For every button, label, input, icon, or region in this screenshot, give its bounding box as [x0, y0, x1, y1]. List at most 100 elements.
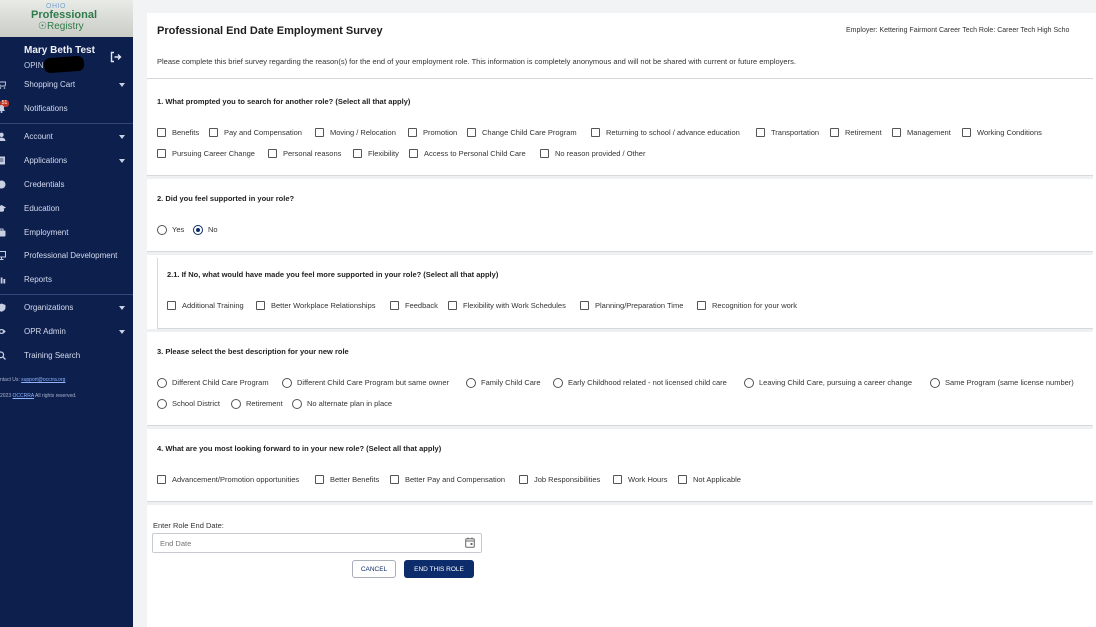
sidebar-item-applications[interactable]: Applications — [0, 153, 133, 169]
radio-button[interactable] — [292, 399, 302, 409]
checkbox[interactable] — [540, 149, 549, 158]
registry-logo[interactable]: OHIO Professional ☉Registry — [0, 0, 133, 37]
contact-prefix: ntact Us: — [0, 377, 20, 383]
checkbox[interactable] — [467, 128, 476, 137]
checkbox[interactable] — [390, 475, 399, 484]
option-label: Not Applicable — [693, 475, 741, 484]
radio-button-selected[interactable] — [193, 225, 203, 235]
logo-registry-text: ☉Registry — [38, 21, 84, 32]
option-label: Access to Personal Child Care — [424, 149, 526, 158]
checkbox[interactable] — [892, 128, 901, 137]
radio-button[interactable] — [930, 378, 940, 388]
sidebar-item-label: Credentials — [24, 180, 65, 189]
bell-icon — [0, 105, 5, 113]
checkbox[interactable] — [519, 475, 528, 484]
sidebar-item-education[interactable]: Education — [0, 201, 133, 217]
question-4-label: 4. What are you most looking forward to … — [157, 444, 442, 453]
sidebar-item-label: Applications — [24, 156, 68, 165]
checkbox[interactable] — [756, 128, 765, 137]
checkbox[interactable] — [697, 301, 706, 310]
radio-button[interactable] — [231, 399, 241, 409]
chevron-down-icon — [119, 83, 125, 87]
radio-button[interactable] — [157, 225, 167, 235]
section-shade — [147, 252, 1093, 255]
cancel-button[interactable]: CANCEL — [352, 560, 396, 578]
sidebar-item-label: OPR Admin — [24, 327, 66, 336]
end-date-label: Enter Role End Date: — [153, 521, 224, 530]
radio-button[interactable] — [466, 378, 476, 388]
option-label: School District — [172, 399, 220, 408]
checkbox[interactable] — [157, 128, 166, 137]
sidebar-item-label: Shopping Cart — [24, 80, 76, 89]
checkbox[interactable] — [962, 128, 971, 137]
support-email-link[interactable]: support@occrra.org — [21, 377, 65, 383]
radio-button[interactable] — [157, 399, 167, 409]
calendar-icon[interactable] — [465, 537, 475, 548]
checkbox[interactable] — [830, 128, 839, 137]
sidebar-item-organizations[interactable]: Organizations — [0, 300, 133, 316]
sidebar-item-account[interactable]: Account — [0, 129, 133, 145]
checkbox[interactable] — [613, 475, 622, 484]
end-this-role-button[interactable]: END THIS ROLE — [404, 560, 474, 578]
option-label: Pursuing Career Change — [172, 149, 255, 158]
logout-icon[interactable] — [110, 51, 122, 63]
sidebar-item-reports[interactable]: Reports — [0, 272, 133, 288]
sidebar-item-opr-admin[interactable]: OPR Admin — [0, 324, 133, 340]
option-label: Yes — [172, 225, 185, 234]
option-label: Better Pay and Compensation — [405, 475, 506, 484]
checkbox[interactable] — [268, 149, 277, 158]
sidebar-divider — [0, 123, 133, 124]
option-label: No alternate plan in place — [307, 399, 393, 408]
eye-icon — [0, 329, 6, 334]
checkbox[interactable] — [209, 128, 218, 137]
radio-button[interactable] — [282, 378, 292, 388]
checkbox[interactable] — [591, 128, 600, 137]
radio-button[interactable] — [157, 378, 167, 388]
option-label: No reason provided / Other — [555, 149, 646, 158]
sidebar-item-notifications[interactable]: Notifications — [0, 101, 133, 117]
radio-button[interactable] — [744, 378, 754, 388]
shield-icon — [0, 303, 6, 312]
option-label: Pay and Compensation — [224, 128, 302, 137]
checkbox[interactable] — [390, 301, 399, 310]
checkbox[interactable] — [678, 475, 687, 484]
survey-card: Professional End Date Employment Survey … — [147, 13, 1096, 627]
radio-button[interactable] — [553, 378, 563, 388]
sidebar-item-label: Reports — [24, 275, 53, 284]
option-label: Advancement/Promotion opportunities — [172, 475, 300, 484]
person-icon — [0, 132, 6, 141]
option-label: Management — [907, 128, 951, 137]
checkbox[interactable] — [580, 301, 589, 310]
checkbox[interactable] — [409, 149, 418, 158]
option-label: Different Child Care Program but same ow… — [297, 378, 450, 387]
option-label: Family Child Care — [481, 378, 541, 387]
sidebar-item-shopping-cart[interactable]: Shopping Cart — [0, 77, 133, 93]
search-icon — [0, 351, 6, 360]
checkbox[interactable] — [408, 128, 417, 137]
checkbox[interactable] — [167, 301, 176, 310]
user-name: Mary Beth Test — [24, 45, 95, 56]
checkbox[interactable] — [448, 301, 457, 310]
checkbox[interactable] — [256, 301, 265, 310]
occrra-link[interactable]: OCCRRA — [13, 393, 34, 399]
option-label: Promotion — [423, 128, 458, 137]
sidebar-item-credentials[interactable]: Credentials — [0, 177, 133, 193]
option-label: Early Childhood related - not licensed c… — [568, 378, 727, 387]
checkbox[interactable] — [315, 475, 324, 484]
option-label: Working Conditions — [977, 128, 1042, 137]
checkbox[interactable] — [315, 128, 324, 137]
employer-role-info: Employer: Kettering Fairmont Career Tech… — [846, 27, 1070, 34]
option-label: Job Responsibilities — [534, 475, 601, 484]
sidebar-item-professional-development[interactable]: Professional Development — [0, 248, 133, 264]
end-date-input[interactable] — [152, 533, 482, 553]
checkbox[interactable] — [353, 149, 362, 158]
logo-registry-word: Registry — [46, 21, 84, 32]
checkbox[interactable] — [157, 475, 166, 484]
sidebar-item-label: Account — [24, 132, 53, 141]
document-icon — [0, 156, 5, 165]
sidebar-item-employment[interactable]: Employment — [0, 225, 133, 241]
checkbox[interactable] — [157, 149, 166, 158]
option-label: Planning/Preparation Time — [595, 301, 684, 310]
sidebar-item-training-search[interactable]: Training Search — [0, 348, 133, 364]
option-label: Work Hours — [628, 475, 668, 484]
